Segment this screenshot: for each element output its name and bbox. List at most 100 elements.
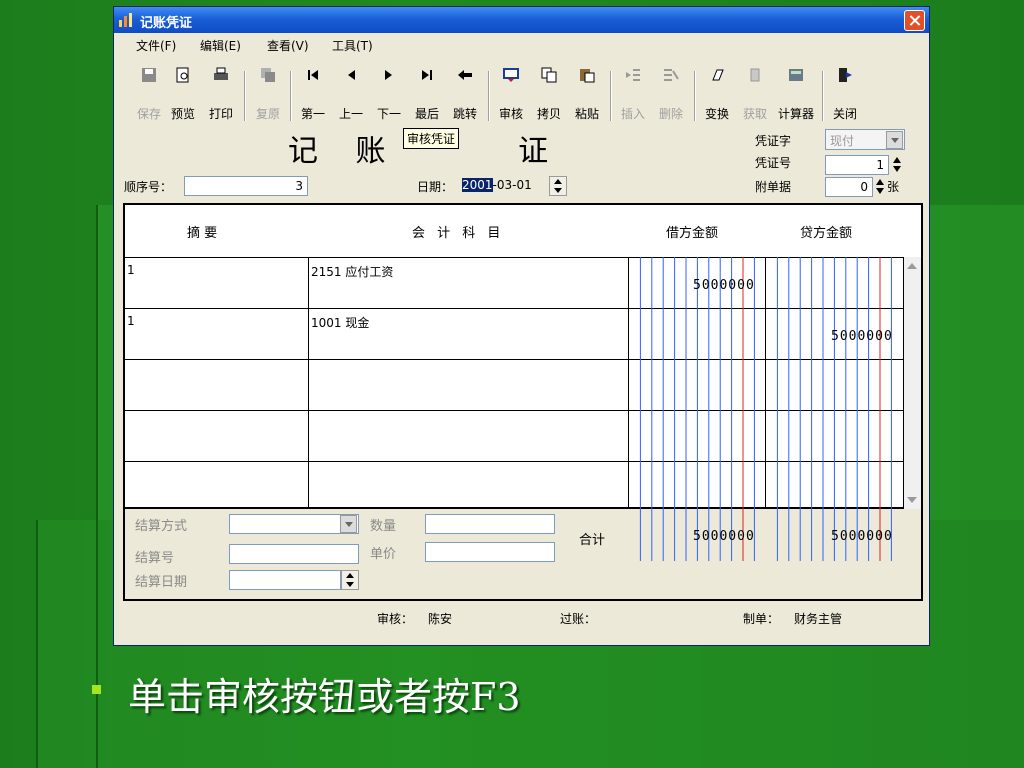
- seq-label: 顺序号：: [124, 180, 173, 194]
- auditor-label: 审核：: [377, 612, 414, 626]
- total-debit: 5000000: [693, 529, 755, 544]
- table-row[interactable]: 1 1001 现金 5000000: [125, 308, 903, 359]
- preview-icon: [176, 67, 189, 83]
- settle-no-field[interactable]: [229, 544, 359, 564]
- row-summary: 1: [127, 314, 135, 328]
- calculator-button[interactable]: 计算器: [774, 59, 818, 121]
- next-button[interactable]: 下一: [370, 59, 408, 121]
- scroll-down-icon[interactable]: [907, 497, 917, 503]
- attachment-field[interactable]: 0: [825, 177, 873, 197]
- toolbar-separator: [694, 71, 696, 121]
- close-button[interactable]: [904, 10, 925, 31]
- voucher-number-field[interactable]: 1: [825, 155, 889, 175]
- background-line: [36, 520, 38, 768]
- voucher-type-label: 凭证字: [755, 134, 792, 148]
- settle-date-spinner[interactable]: [341, 570, 359, 590]
- audit-button[interactable]: 审核: [492, 59, 530, 121]
- settle-date-field[interactable]: [229, 570, 341, 590]
- posted-label: 过账：: [560, 612, 597, 626]
- audit-tooltip: 审核凭证: [403, 128, 460, 149]
- settle-method-select[interactable]: [229, 514, 359, 534]
- chevron-down-icon[interactable]: [886, 131, 903, 149]
- voucher-number-label: 凭证号: [755, 156, 792, 170]
- voucher-number-spinner[interactable]: [892, 155, 902, 175]
- paste-icon: [580, 69, 595, 83]
- header-account: 会 计 科 目: [412, 226, 505, 241]
- row-account: 2151 应付工资: [311, 265, 394, 279]
- table-row[interactable]: [125, 461, 903, 509]
- table-row[interactable]: [125, 359, 903, 410]
- date-field[interactable]: 2001-03-01: [462, 176, 548, 196]
- date-rest: -03-01: [492, 178, 532, 192]
- table-row[interactable]: [125, 410, 903, 461]
- exit-icon: [839, 68, 852, 82]
- paste-button[interactable]: 粘贴: [568, 59, 606, 121]
- quantity-field[interactable]: [425, 514, 555, 534]
- settle-date-label: 结算日期: [135, 575, 188, 590]
- exit-button[interactable]: 关闭: [826, 59, 864, 121]
- toolbar-separator: [488, 71, 490, 121]
- title-bar[interactable]: 记账凭证: [114, 7, 929, 33]
- window-title: 记账凭证: [140, 16, 193, 31]
- row-credit: 5000000: [831, 329, 893, 344]
- jump-icon: [458, 70, 472, 80]
- menu-file[interactable]: 文件(F): [136, 37, 176, 54]
- transform-button[interactable]: 变换: [698, 59, 736, 121]
- first-button[interactable]: 第一: [294, 59, 332, 121]
- menu-edit[interactable]: 编辑(E): [200, 37, 241, 54]
- settle-no-label: 结算号: [135, 551, 175, 566]
- restore-icon: [261, 68, 275, 82]
- jump-button[interactable]: 跳转: [446, 59, 484, 121]
- preview-button[interactable]: 预览: [164, 59, 202, 121]
- bullet-icon: [92, 685, 101, 694]
- menu-view[interactable]: 查看(V): [267, 37, 309, 54]
- total-label: 合计: [579, 533, 606, 548]
- delete-button[interactable]: 删除: [652, 59, 690, 121]
- delete-icon: [664, 69, 679, 81]
- last-button[interactable]: 最后: [408, 59, 446, 121]
- voucher-entry-grid: 摘 要 会 计 科 目 借方金额 贷方金额 1 2151 应付工资 500000…: [123, 203, 923, 509]
- maker-name: 财务主管: [794, 612, 843, 626]
- insert-button[interactable]: 插入: [614, 59, 652, 121]
- table-row[interactable]: 1 2151 应付工资 5000000: [125, 257, 903, 308]
- audit-icon: [503, 68, 519, 82]
- transform-icon: [712, 69, 724, 81]
- vertical-scrollbar[interactable]: [904, 257, 921, 509]
- header-credit: 贷方金额: [800, 226, 853, 241]
- date-spinner[interactable]: [549, 176, 567, 196]
- first-icon: [308, 70, 318, 80]
- save-icon: [142, 68, 156, 82]
- attachment-label: 附单据: [755, 180, 792, 194]
- last-icon: [422, 70, 432, 80]
- prev-button[interactable]: 上一: [332, 59, 370, 121]
- toolbar: 保存 预览 打印 复原 第一 上一 下一 最后 跳转 审核 拷贝 粘贴 插入 删…: [114, 55, 929, 123]
- row-summary: 1: [127, 263, 135, 277]
- prev-icon: [348, 70, 355, 80]
- maker-label: 制单：: [743, 612, 780, 626]
- fetch-button[interactable]: 获取: [736, 59, 774, 121]
- settlement-section: 结算方式 结算号 结算日期 数量 单价 合计 5000000 5000000: [123, 509, 923, 601]
- app-icon: [119, 13, 132, 27]
- voucher-title-left: 记 账: [288, 134, 400, 169]
- unit-price-field[interactable]: [425, 542, 555, 562]
- attachment-spinner[interactable]: [875, 177, 885, 197]
- voucher-type-select[interactable]: 现付: [825, 129, 905, 150]
- menu-bar: 文件(F) 编辑(E) 查看(V) 工具(T): [114, 34, 929, 54]
- scroll-up-icon[interactable]: [907, 263, 917, 269]
- copy-button[interactable]: 拷贝: [530, 59, 568, 121]
- voucher-title-right: 证: [518, 134, 563, 169]
- date-year: 2001: [462, 178, 493, 192]
- copy-icon: [541, 67, 557, 83]
- settle-method-label: 结算方式: [135, 519, 188, 534]
- next-icon: [385, 70, 392, 80]
- restore-button[interactable]: 复原: [249, 59, 287, 121]
- menu-tools[interactable]: 工具(T): [332, 37, 373, 54]
- print-button[interactable]: 打印: [202, 59, 240, 121]
- save-button[interactable]: 保存: [130, 59, 168, 121]
- auditor-name: 陈安: [428, 612, 453, 626]
- seq-field[interactable]: 3: [184, 176, 308, 196]
- chevron-down-icon[interactable]: [340, 515, 357, 533]
- attachment-unit: 张: [887, 180, 900, 194]
- instruction-caption: 单击审核按钮或者按F3: [128, 675, 521, 719]
- toolbar-separator: [290, 71, 292, 121]
